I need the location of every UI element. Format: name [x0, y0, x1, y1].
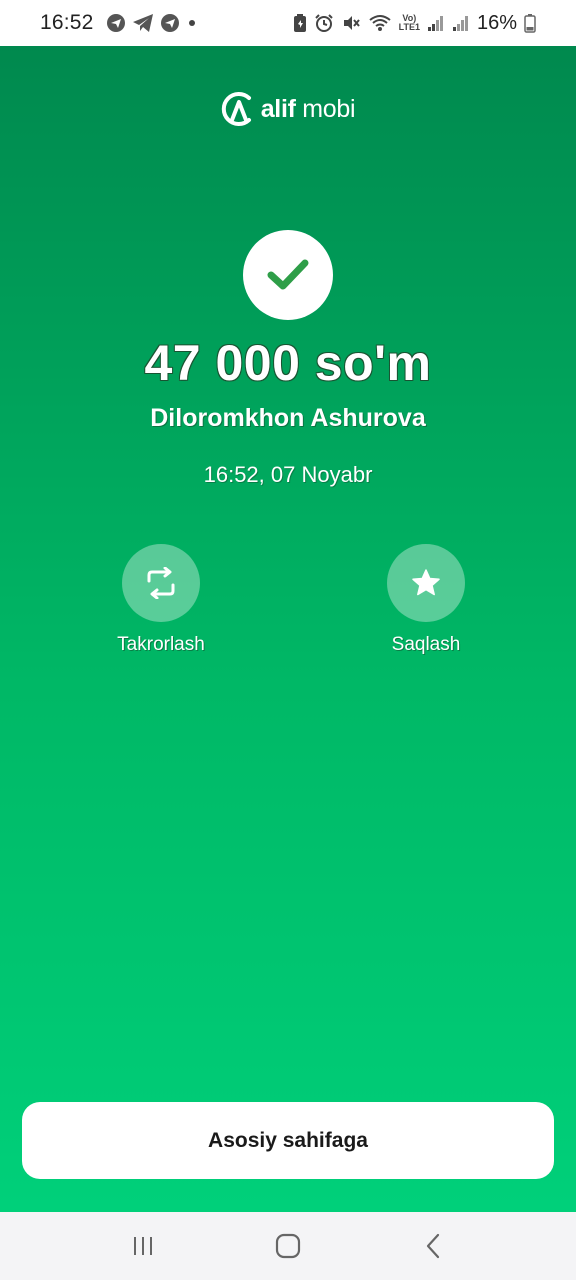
telegram-icon: [132, 13, 154, 33]
status-time: 16:52: [40, 11, 94, 34]
success-badge: [243, 230, 333, 320]
success-panel: alif mobi 47 000 so'm Diloromkhon Ashuro…: [0, 46, 576, 1212]
back-icon: [423, 1233, 443, 1259]
go-home-button[interactable]: Asosiy sahifaga: [22, 1102, 554, 1179]
alif-logo-icon: [221, 90, 255, 128]
check-icon: [266, 257, 310, 293]
save-action[interactable]: Saqlash: [356, 544, 496, 656]
navigation-bar: [0, 1212, 576, 1280]
chat-app-icon: [106, 13, 126, 33]
volte-icon: Vo) LTE1: [399, 14, 420, 32]
brand-name-light: mobi: [302, 94, 356, 123]
brand-name: alif mobi: [261, 95, 356, 124]
signal-icon: [452, 13, 470, 33]
recipient-name: Diloromkhon Ashurova: [150, 404, 426, 432]
system-icons: Vo) LTE1 16%: [293, 12, 536, 35]
payment-success-screen: 16:52 Vo) LTE1 16% alif mobi 47 000 so'm…: [0, 0, 576, 1280]
notification-icons: [106, 13, 198, 33]
volte-label-bottom: LTE1: [398, 22, 420, 32]
save-button[interactable]: [387, 544, 465, 622]
dot-icon: [186, 13, 198, 33]
repeat-button[interactable]: [122, 544, 200, 622]
payment-datetime: 16:52, 07 Noyabr: [203, 462, 373, 487]
battery-icon: [524, 13, 536, 33]
home-icon: [275, 1233, 301, 1259]
star-icon: [411, 568, 441, 598]
alarm-icon: [314, 13, 334, 33]
signal-icon: [427, 13, 445, 33]
back-button[interactable]: [403, 1221, 463, 1271]
brand-logo: alif mobi: [0, 90, 576, 128]
home-nav-button[interactable]: [258, 1221, 318, 1271]
save-label: Saqlash: [391, 634, 461, 655]
status-bar: 16:52 Vo) LTE1 16%: [0, 0, 576, 46]
recent-apps-icon: [131, 1234, 155, 1258]
battery-percent: 16%: [476, 11, 517, 34]
repeat-icon: [143, 567, 179, 599]
payment-amount: 47 000 so'm: [144, 335, 432, 391]
brand-name-bold: alif: [260, 94, 296, 123]
wifi-icon: [368, 13, 392, 33]
chat-app-icon: [160, 13, 180, 33]
repeat-action[interactable]: Takrorlash: [91, 544, 231, 656]
mute-icon: [341, 13, 361, 33]
recent-apps-button[interactable]: [113, 1221, 173, 1271]
battery-saver-icon: [293, 13, 307, 33]
repeat-label: Takrorlash: [117, 634, 205, 655]
